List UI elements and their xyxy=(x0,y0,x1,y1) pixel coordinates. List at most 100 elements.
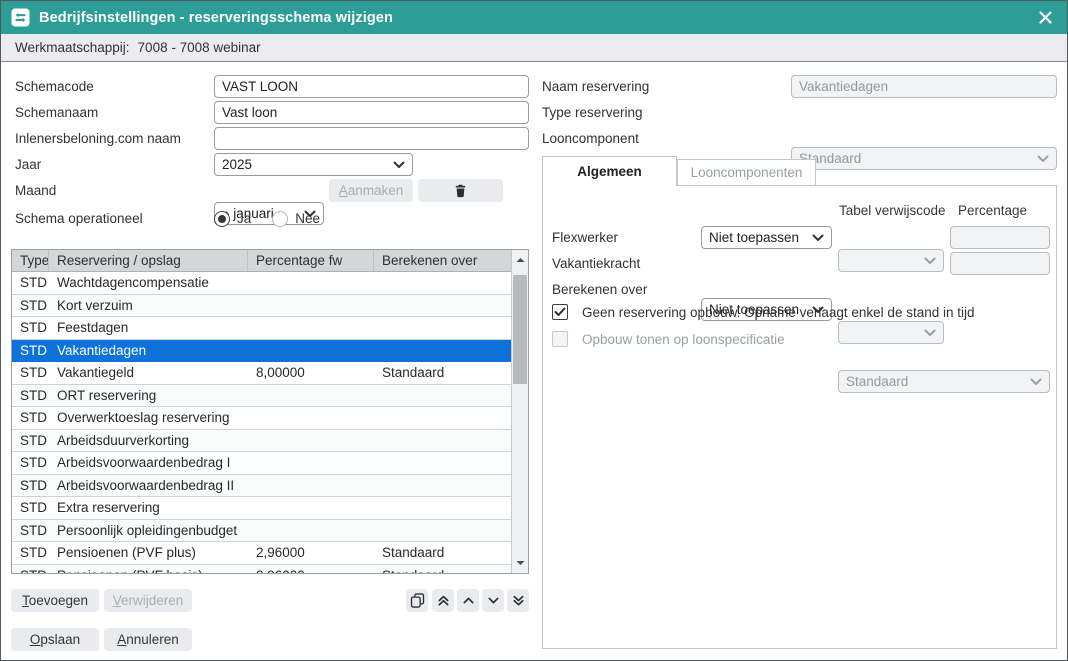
table-row[interactable]: STDArbeidsvoorwaardenbedrag I xyxy=(12,452,511,475)
table-cell-berekenen: Standaard xyxy=(374,542,511,564)
toevoegen-button[interactable]: Toevoegen xyxy=(11,589,99,612)
double-chevron-up-icon xyxy=(437,594,450,607)
looncomponent-label: Looncomponent xyxy=(542,127,639,150)
table-cell-percentage: 2,96000 xyxy=(248,565,374,574)
schema-operationeel-label: Schema operationeel xyxy=(15,207,143,230)
table-row[interactable]: STDOverwerktoeslag reservering xyxy=(12,407,511,430)
opslaan-button[interactable]: Opslaan xyxy=(11,628,99,651)
annuleren-button[interactable]: Annuleren xyxy=(104,628,192,651)
radio-nee[interactable] xyxy=(272,211,288,227)
table-cell-name: Arbeidsvoorwaardenbedrag I xyxy=(49,452,248,474)
type-reservering-select[interactable]: Standaard xyxy=(791,147,1057,170)
opslaan-button-label: Opslaan xyxy=(30,632,80,647)
scrollbar-thumb[interactable] xyxy=(513,275,527,384)
move-down-button[interactable] xyxy=(482,589,504,612)
copy-row-button[interactable] xyxy=(406,589,428,612)
table-row[interactable]: STDPensioenen (PVF basis)2,96000Standaar… xyxy=(12,565,511,574)
schemanaam-input[interactable] xyxy=(214,101,529,124)
table-cell-percentage xyxy=(248,385,374,407)
table-cell-name: ORT reservering xyxy=(49,385,248,407)
move-up-button[interactable] xyxy=(457,589,479,612)
dialog-content: Schemacode Schemanaam Inlenersbeloning.c… xyxy=(1,62,1067,660)
table-cell-percentage xyxy=(248,520,374,542)
table-cell-name: Arbeidsvoorwaardenbedrag II xyxy=(49,475,248,497)
table-cell-type: STD xyxy=(12,272,49,294)
chevron-down-icon xyxy=(1037,155,1049,163)
table-cell-berekenen xyxy=(374,430,511,452)
flexwerker-percentage-input[interactable] xyxy=(950,226,1050,249)
reservation-table-body: STDWachtdagencompensatieSTDKort verzuimS… xyxy=(12,272,511,573)
aanmaken-button[interactable]: Aanmaken xyxy=(329,179,413,202)
vakantiekracht-label: Vakantiekracht xyxy=(552,252,640,275)
table-row[interactable]: STDPersoonlijk opleidingenbudget xyxy=(12,520,511,543)
table-cell-berekenen xyxy=(374,272,511,294)
table-cell-name: Pensioenen (PVF basis) xyxy=(49,565,248,574)
close-icon[interactable] xyxy=(1033,6,1057,30)
inlenersbeloning-input[interactable] xyxy=(214,127,529,150)
page-title: Bedrijfsinstellingen - reserveringsschem… xyxy=(39,10,393,26)
table-row[interactable]: STDKort verzuim xyxy=(12,295,511,318)
table-cell-name: Arbeidsduurverkorting xyxy=(49,430,248,452)
trash-icon xyxy=(453,183,468,198)
flexwerker-select[interactable]: Niet toepassen xyxy=(701,226,832,249)
move-top-button[interactable] xyxy=(432,589,454,612)
table-row[interactable]: STDVakantiedagen xyxy=(12,340,511,363)
table-cell-percentage xyxy=(248,497,374,519)
transfer-icon xyxy=(11,8,30,27)
chevron-down-icon xyxy=(812,234,824,242)
naam-reservering-label: Naam reservering xyxy=(542,75,649,98)
column-header-reservering[interactable]: Reservering / opslag xyxy=(49,250,248,271)
geen-reservering-checkbox[interactable] xyxy=(552,304,568,320)
radio-ja[interactable] xyxy=(214,211,230,227)
table-cell-berekenen xyxy=(374,497,511,519)
naam-reservering-input[interactable] xyxy=(791,75,1057,98)
vakantiekracht-tabel-select[interactable] xyxy=(838,321,944,344)
table-cell-name: Wachtdagencompensatie xyxy=(49,272,248,294)
berekenen-over-select[interactable]: Standaard xyxy=(838,370,1050,393)
tabel-verwijscode-column-header: Tabel verwijscode xyxy=(839,203,946,218)
chevron-up-icon xyxy=(462,594,475,607)
table-row[interactable]: STDWachtdagencompensatie xyxy=(12,272,511,295)
geen-reservering-checkbox-row: Geen reservering opbouw. Opname verlaagt… xyxy=(552,304,975,320)
jaar-select[interactable]: 2025 xyxy=(214,153,413,176)
radio-ja-label: Ja xyxy=(237,211,251,226)
table-cell-percentage: 8,00000 xyxy=(248,362,374,384)
schemanaam-label: Schemanaam xyxy=(15,101,98,124)
scroll-down-icon[interactable] xyxy=(512,553,528,573)
tab-algemeen[interactable]: Algemeen xyxy=(542,156,677,186)
tab-algemeen-label: Algemeen xyxy=(577,164,642,179)
table-row[interactable]: STDArbeidsvoorwaardenbedrag II xyxy=(12,475,511,498)
column-header-berekenen-over[interactable]: Berekenen over xyxy=(374,250,511,271)
table-cell-percentage xyxy=(248,317,374,339)
opbouw-tonen-checkbox[interactable] xyxy=(552,331,568,347)
annuleren-button-label: Annuleren xyxy=(117,632,179,647)
column-header-percentage-fw[interactable]: Percentage fw xyxy=(248,250,374,271)
table-row[interactable]: STDORT reservering xyxy=(12,385,511,408)
table-row[interactable]: STDArbeidsduurverkorting xyxy=(12,430,511,453)
table-row[interactable]: STDPensioenen (PVF plus)2,96000Standaard xyxy=(12,542,511,565)
table-row[interactable]: STDExtra reservering xyxy=(12,497,511,520)
flexwerker-tabel-select[interactable] xyxy=(838,249,944,272)
copy-icon xyxy=(410,593,425,608)
flexwerker-label: Flexwerker xyxy=(552,226,618,249)
move-bottom-button[interactable] xyxy=(507,589,529,612)
schemacode-input[interactable] xyxy=(214,75,529,98)
table-cell-name: Feestdagen xyxy=(49,317,248,339)
scroll-up-icon[interactable] xyxy=(512,250,528,270)
table-scrollbar[interactable] xyxy=(511,250,528,573)
chevron-down-icon xyxy=(487,594,500,607)
vakantiekracht-percentage-input[interactable] xyxy=(950,252,1050,275)
delete-month-button[interactable] xyxy=(418,179,503,202)
table-header: Type Reservering / opslag Percentage fw … xyxy=(12,250,511,272)
werkmaatschappij-label: Werkmaatschappij: xyxy=(15,40,130,55)
table-row[interactable]: STDVakantiegeld8,00000Standaard xyxy=(12,362,511,385)
table-cell-name: Overwerktoeslag reservering xyxy=(49,407,248,429)
table-row[interactable]: STDFeestdagen xyxy=(12,317,511,340)
schemacode-label: Schemacode xyxy=(15,75,94,98)
verwijderen-button[interactable]: Verwijderen xyxy=(104,589,192,612)
tab-looncomponenten[interactable]: Looncomponenten xyxy=(677,159,816,186)
table-cell-name: Vakantiedagen xyxy=(49,340,248,362)
maand-label: Maand xyxy=(15,179,56,202)
table-cell-type: STD xyxy=(12,497,49,519)
column-header-type[interactable]: Type xyxy=(12,250,49,271)
